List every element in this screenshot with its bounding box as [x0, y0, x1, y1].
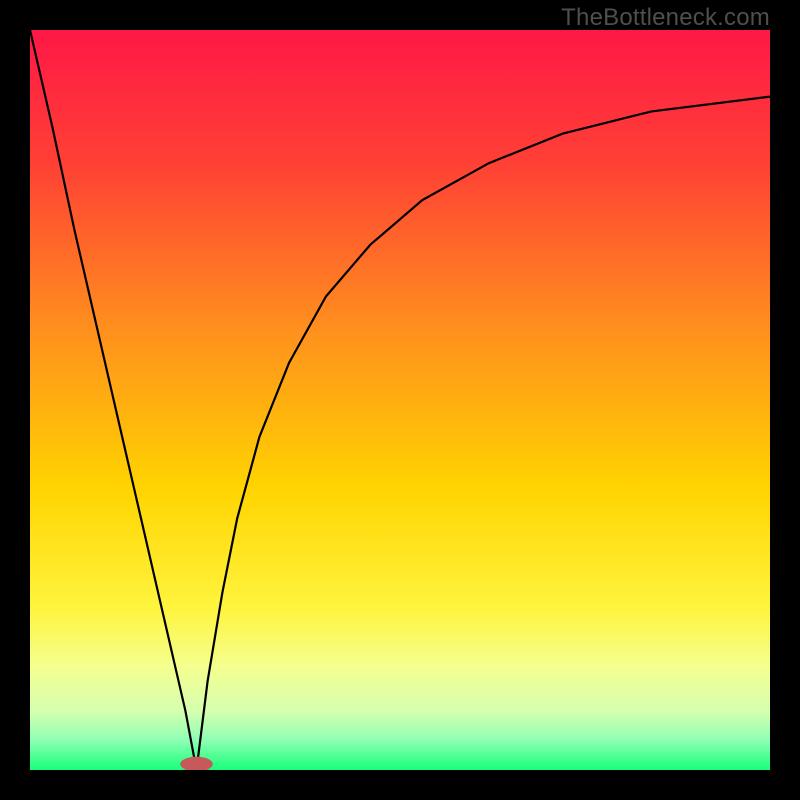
- curve-left-branch: [30, 30, 197, 770]
- chart-curves: [30, 30, 770, 770]
- curve-right-branch: [197, 97, 771, 770]
- watermark-text: TheBottleneck.com: [561, 4, 770, 32]
- optimum-marker: [180, 757, 213, 770]
- plot-area: [30, 30, 770, 770]
- chart-frame: { "watermark": "TheBottleneck.com", "cha…: [0, 0, 800, 800]
